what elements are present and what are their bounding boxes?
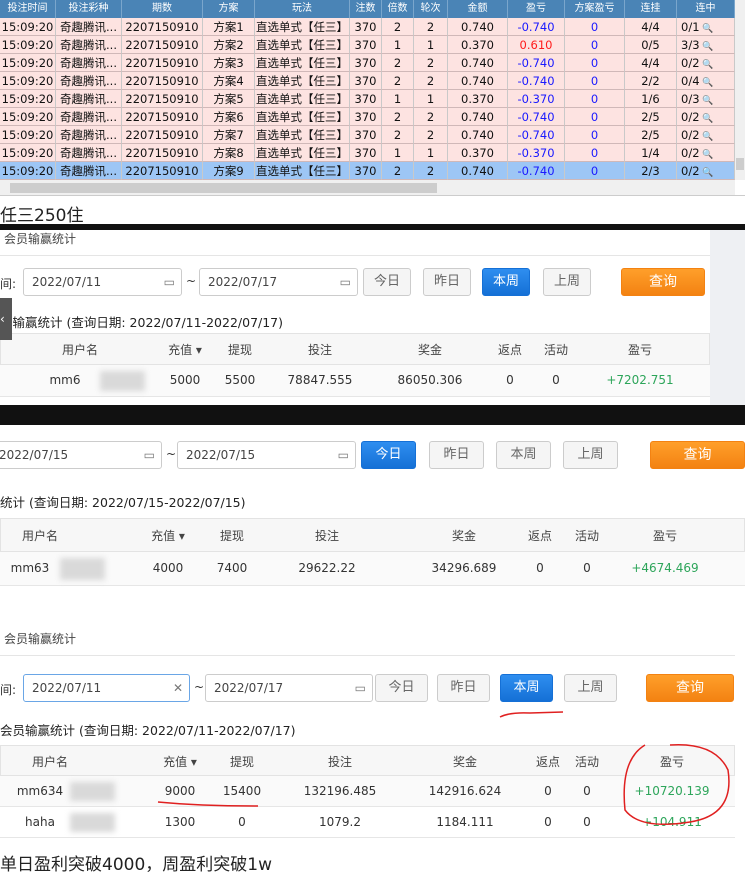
- underline-annotation: [499, 711, 564, 718]
- underline-annotation: [157, 801, 259, 807]
- circle-annotation: [623, 743, 730, 825]
- annotation-layer: [157, 711, 730, 825]
